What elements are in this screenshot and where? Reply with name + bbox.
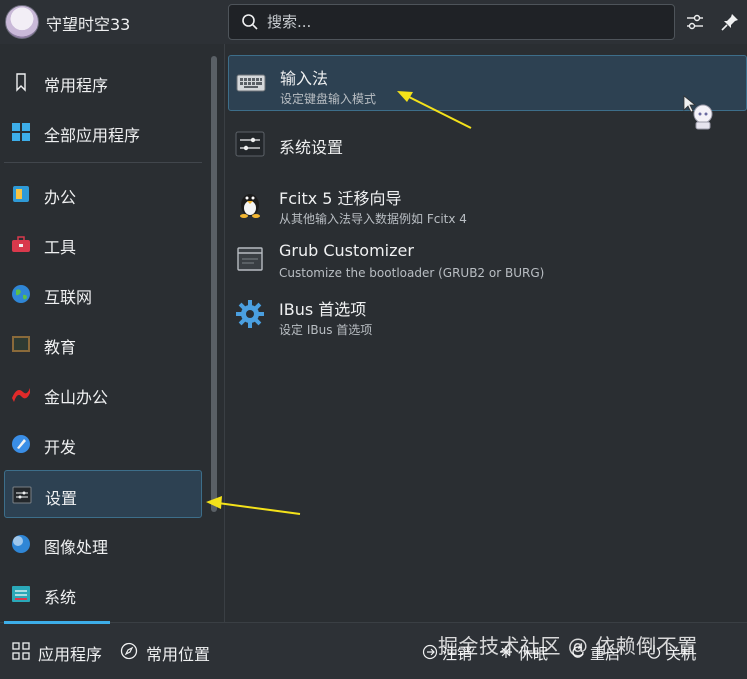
system-settings-icon bbox=[235, 131, 265, 157]
app-description: 设定 IBus 首选项 bbox=[279, 323, 373, 337]
penguin-icon bbox=[240, 194, 260, 218]
compass-icon bbox=[120, 642, 138, 660]
sidebar-item-system[interactable]: 系统 bbox=[4, 570, 202, 618]
app-item-system-settings[interactable]: 系统设置 bbox=[228, 117, 747, 173]
app-name: Grub Customizer bbox=[279, 241, 414, 260]
sidebar-item-label: 系统 bbox=[44, 588, 77, 607]
settings-icon bbox=[12, 486, 32, 504]
sidebar-item-settings[interactable]: 设置 bbox=[4, 470, 202, 518]
username: 守望时空33 bbox=[46, 15, 131, 34]
sidebar-item-all-apps[interactable]: 全部应用程序 bbox=[4, 108, 202, 156]
grid-icon bbox=[12, 123, 30, 141]
sidebar-item-label: 设置 bbox=[45, 489, 78, 508]
wps-icon bbox=[12, 388, 30, 402]
sidebar-item-wps[interactable]: 金山办公 bbox=[4, 370, 202, 418]
sidebar-item-internet[interactable]: 互联网 bbox=[4, 270, 202, 318]
sidebar-item-education[interactable]: 教育 bbox=[4, 320, 202, 368]
sidebar-item-label: 常用程序 bbox=[44, 76, 109, 95]
window-icon bbox=[237, 247, 263, 271]
globe-icon bbox=[12, 285, 30, 303]
sidebar-item-label: 教育 bbox=[44, 338, 77, 357]
bookmark-icon bbox=[16, 73, 26, 92]
watermark: 掘金技术社区 @ 依赖倒不置 bbox=[438, 634, 698, 658]
app-item-ibus-preferences[interactable]: IBus 首选项 设定 IBus 首选项 bbox=[228, 287, 747, 343]
chalkboard-icon bbox=[12, 336, 30, 352]
app-name: 系统设置 bbox=[279, 138, 344, 157]
sidebar-item-label: 金山办公 bbox=[44, 388, 109, 407]
sidebar-item-office[interactable]: 办公 bbox=[4, 170, 202, 218]
app-item-fcitx5-migrator[interactable]: Fcitx 5 迁移向导 从其他输入法导入数据例如 Fcitx 4 bbox=[228, 176, 747, 232]
sidebar-item-label: 办公 bbox=[44, 188, 77, 207]
sidebar-item-favorites[interactable]: 常用程序 bbox=[4, 58, 202, 106]
active-tab-indicator bbox=[4, 621, 110, 624]
sidebar-item-label: 开发 bbox=[44, 438, 77, 457]
sidebar-item-label: 工具 bbox=[44, 238, 77, 257]
sidebar-scrollbar[interactable] bbox=[211, 56, 217, 512]
category-sidebar: 常用程序 全部应用程序 办公 工具 互联网 教育 金山办公 开发 设置 图像处理… bbox=[0, 56, 208, 620]
tab-label: 应用程序 bbox=[38, 645, 103, 664]
search-icon bbox=[242, 14, 258, 30]
sidebar-item-label: 全部应用程序 bbox=[44, 126, 141, 145]
office-icon bbox=[13, 186, 29, 202]
app-description: Customize the bootloader (GRUB2 or BURG) bbox=[279, 266, 545, 280]
graphics-icon bbox=[12, 535, 30, 553]
system-icon bbox=[12, 586, 30, 602]
gear-icon bbox=[236, 300, 264, 328]
app-name: Fcitx 5 迁移向导 bbox=[279, 189, 402, 208]
avatar[interactable] bbox=[5, 5, 39, 39]
tab-applications[interactable]: 应用程序 bbox=[12, 641, 108, 664]
app-item-input-method[interactable]: 输入法 设定键盘输入模式 bbox=[228, 55, 747, 111]
pin-icon[interactable] bbox=[720, 12, 740, 32]
sidebar-item-label: 图像处理 bbox=[44, 538, 109, 557]
configure-icon[interactable] bbox=[685, 12, 705, 32]
app-item-grub-customizer[interactable]: Grub Customizer Customize the bootloader… bbox=[228, 232, 747, 288]
sidebar-item-utilities[interactable]: 工具 bbox=[4, 220, 202, 268]
sidebar-item-graphics[interactable]: 图像处理 bbox=[4, 520, 202, 568]
mascot-cursor-icon bbox=[683, 95, 713, 130]
annotation-arrow-icon bbox=[397, 91, 472, 129]
annotation-arrow-icon bbox=[206, 496, 301, 515]
search-input[interactable] bbox=[267, 9, 667, 35]
tab-places[interactable]: 常用位置 bbox=[120, 641, 216, 664]
app-name: IBus 首选项 bbox=[279, 300, 367, 319]
sidebar-separator bbox=[4, 162, 202, 163]
header: 守望时空33 bbox=[0, 0, 747, 44]
keyboard-icon bbox=[236, 74, 266, 92]
panel-divider bbox=[224, 44, 225, 622]
logout-icon bbox=[422, 644, 438, 660]
sidebar-item-label: 互联网 bbox=[44, 288, 93, 307]
tab-label: 常用位置 bbox=[146, 645, 211, 664]
app-name: 输入法 bbox=[280, 69, 329, 88]
app-description: 从其他输入法导入数据例如 Fcitx 4 bbox=[279, 212, 467, 226]
app-description: 设定键盘输入模式 bbox=[280, 92, 377, 106]
toolbox-icon bbox=[12, 236, 30, 252]
search-box[interactable] bbox=[228, 4, 675, 40]
sidebar-item-development[interactable]: 开发 bbox=[4, 420, 202, 468]
development-icon bbox=[12, 435, 30, 453]
grid-icon bbox=[12, 642, 30, 660]
